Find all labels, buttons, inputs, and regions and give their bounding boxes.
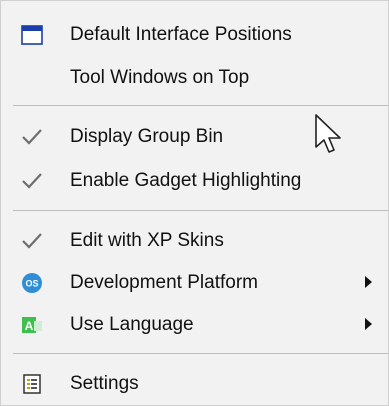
menu-item-label: Enable Gadget Highlighting xyxy=(70,170,302,191)
menu-item-label: Use Language xyxy=(70,314,194,335)
menu-item-edit-with-xp-skins[interactable]: Edit with XP Skins xyxy=(1,221,388,261)
menu-separator xyxy=(13,210,388,211)
settings-icon xyxy=(15,369,49,399)
os-icon: OS xyxy=(15,268,49,298)
language-icon-text: A xyxy=(25,319,34,333)
check-icon xyxy=(15,122,49,152)
check-icon xyxy=(15,166,49,196)
menu-item-development-platform[interactable]: OS Development Platform xyxy=(1,263,388,303)
menu-item-use-language[interactable]: A Use Language xyxy=(1,305,388,345)
menu-item-default-interface-positions[interactable]: Default Interface Positions xyxy=(1,15,388,55)
menu-item-enable-gadget-highlighting[interactable]: Enable Gadget Highlighting xyxy=(1,161,388,201)
menu-item-settings[interactable]: Settings xyxy=(1,364,388,404)
os-icon-text: OS xyxy=(25,279,38,289)
submenu-arrow-icon xyxy=(365,318,372,330)
menu-item-label: Development Platform xyxy=(70,272,258,293)
check-icon xyxy=(15,226,49,256)
menu-item-label: Display Group Bin xyxy=(70,126,224,147)
menu-separator xyxy=(13,105,388,106)
menu-item-label: Settings xyxy=(70,373,139,394)
mouse-cursor-icon xyxy=(313,113,345,161)
window-icon xyxy=(15,20,49,50)
context-menu: Default Interface Positions Tool Windows… xyxy=(0,0,389,406)
submenu-arrow-icon xyxy=(365,276,372,288)
menu-item-label: Edit with XP Skins xyxy=(70,230,224,251)
menu-item-label: Tool Windows on Top xyxy=(70,67,250,88)
language-icon: A xyxy=(15,310,49,340)
menu-separator xyxy=(13,353,388,354)
menu-item-tool-windows-on-top[interactable]: Tool Windows on Top xyxy=(1,58,388,98)
menu-item-label: Default Interface Positions xyxy=(70,24,292,45)
